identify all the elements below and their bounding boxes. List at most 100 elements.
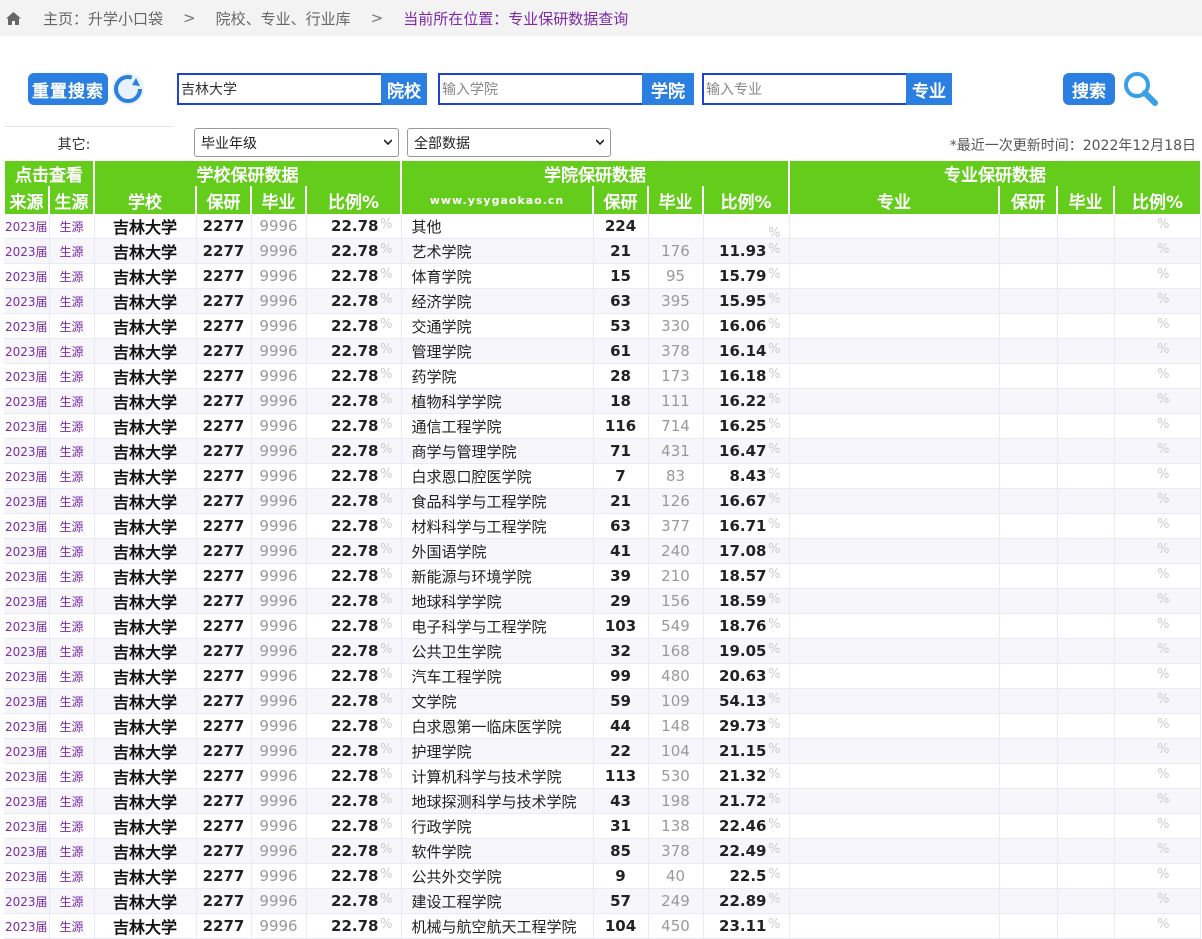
student-source-link[interactable]: 生源 — [49, 313, 95, 339]
student-source-link[interactable]: 生源 — [49, 563, 95, 589]
college-ratio: 16.71% — [703, 513, 790, 539]
student-source-link[interactable]: 生源 — [49, 338, 95, 364]
source-link[interactable]: 2023届 — [4, 638, 50, 664]
student-source-link[interactable]: 生源 — [49, 388, 95, 414]
major-baoyan — [999, 238, 1058, 264]
source-link[interactable]: 2023届 — [4, 538, 50, 564]
col-header-major-ratio[interactable]: 比例% — [1113, 186, 1200, 214]
source-link[interactable]: 2023届 — [4, 763, 50, 789]
source-link[interactable]: 2023届 — [4, 338, 50, 364]
student-source-link[interactable]: 生源 — [49, 438, 95, 464]
col-header-source[interactable]: 来源 — [3, 186, 49, 214]
source-link[interactable]: 2023届 — [4, 613, 50, 639]
student-source-link[interactable]: 生源 — [49, 813, 95, 839]
major-name — [789, 913, 1000, 939]
source-link[interactable]: 2023届 — [4, 863, 50, 889]
col-header-school[interactable]: 学校 — [93, 186, 196, 214]
source-link[interactable]: 2023届 — [4, 888, 50, 914]
student-source-link[interactable]: 生源 — [49, 363, 95, 389]
student-source-link[interactable]: 生源 — [49, 888, 95, 914]
col-header-major-biye[interactable]: 毕业 — [1056, 186, 1114, 214]
school-search-button[interactable]: 院校 — [381, 73, 427, 105]
source-link[interactable]: 2023届 — [4, 388, 50, 414]
school-input[interactable]: 吉林大学 — [177, 73, 381, 105]
graduation-year-select[interactable]: 毕业年级 — [194, 128, 399, 157]
student-source-link[interactable]: 生源 — [49, 214, 95, 239]
col-header-major[interactable]: 专业 — [788, 186, 999, 214]
source-link[interactable]: 2023届 — [4, 363, 50, 389]
col-header-major-baoyan[interactable]: 保研 — [998, 186, 1057, 214]
college-ratio: 15.95% — [703, 288, 790, 314]
student-source-link[interactable]: 生源 — [49, 788, 95, 814]
student-source-link[interactable]: 生源 — [49, 863, 95, 889]
table-row: 2023届 生源 吉林大学 2277 9996 22.78% 软件学院 85 378 22.49%… — [4, 838, 1201, 864]
student-source-link[interactable]: 生源 — [49, 288, 95, 314]
home-icon[interactable] — [6, 11, 21, 25]
major-input[interactable]: 输入专业 — [702, 73, 906, 105]
search-icon[interactable] — [1117, 68, 1165, 110]
student-source-link[interactable]: 生源 — [49, 763, 95, 789]
source-link[interactable]: 2023届 — [4, 438, 50, 464]
reset-search-button[interactable]: 重置搜索 — [28, 73, 108, 105]
source-link[interactable]: 2023届 — [4, 313, 50, 339]
source-link[interactable]: 2023届 — [4, 413, 50, 439]
college-input[interactable]: 输入学院 — [438, 73, 642, 105]
breadcrumb-section-link[interactable]: 院校、专业、行业库 — [216, 8, 351, 29]
source-link[interactable]: 2023届 — [4, 813, 50, 839]
col-header-college-biye[interactable]: 毕业 — [647, 186, 703, 214]
refresh-icon[interactable] — [108, 70, 148, 108]
student-source-link[interactable]: 生源 — [49, 738, 95, 764]
student-source-link[interactable]: 生源 — [49, 713, 95, 739]
col-header-school-biye[interactable]: 毕业 — [250, 186, 306, 214]
school-ratio-value: 22.78 — [331, 892, 379, 910]
student-source-link[interactable]: 生源 — [49, 588, 95, 614]
col-header-college-baoyan[interactable]: 保研 — [592, 186, 648, 214]
student-source-link[interactable]: 生源 — [49, 638, 95, 664]
student-source-link[interactable]: 生源 — [49, 538, 95, 564]
student-source-link[interactable]: 生源 — [49, 663, 95, 689]
student-source-link[interactable]: 生源 — [49, 913, 95, 939]
student-source-link[interactable]: 生源 — [49, 263, 95, 289]
data-scope-select[interactable]: 全部数据 — [407, 128, 611, 157]
source-link[interactable]: 2023届 — [4, 513, 50, 539]
col-header-school-ratio[interactable]: 比例% — [305, 186, 401, 214]
percent-sign: % — [768, 817, 781, 832]
student-source-link[interactable]: 生源 — [49, 413, 95, 439]
student-source-link[interactable]: 生源 — [49, 238, 95, 264]
source-link[interactable]: 2023届 — [4, 713, 50, 739]
student-source-link[interactable]: 生源 — [49, 488, 95, 514]
col-header-college-ratio[interactable]: 比例% — [702, 186, 789, 214]
source-link[interactable]: 2023届 — [4, 663, 50, 689]
source-link[interactable]: 2023届 — [4, 463, 50, 489]
student-source-link[interactable]: 生源 — [49, 613, 95, 639]
col-header-student[interactable]: 生源 — [48, 186, 94, 214]
school-ratio: 22.78% — [306, 214, 402, 239]
source-link[interactable]: 2023届 — [4, 738, 50, 764]
source-link[interactable]: 2023届 — [4, 588, 50, 614]
percent-sign: % — [380, 517, 393, 532]
breadcrumb-home-link[interactable]: 主页：升学小口袋 — [43, 8, 163, 29]
col-header-school-baoyan[interactable]: 保研 — [195, 186, 251, 214]
source-link[interactable]: 2023届 — [4, 788, 50, 814]
source-link[interactable]: 2023届 — [4, 913, 50, 939]
major-name — [789, 388, 1000, 414]
source-link[interactable]: 2023届 — [4, 263, 50, 289]
search-button[interactable]: 搜索 — [1063, 73, 1115, 105]
source-link[interactable]: 2023届 — [4, 838, 50, 864]
student-source-link[interactable]: 生源 — [49, 838, 95, 864]
source-link[interactable]: 2023届 — [4, 688, 50, 714]
major-baoyan — [999, 488, 1058, 514]
college-search-button[interactable]: 学院 — [642, 73, 694, 105]
school-ratio-value: 22.78 — [331, 342, 379, 360]
student-source-link[interactable]: 生源 — [49, 513, 95, 539]
source-link[interactable]: 2023届 — [4, 288, 50, 314]
student-source-link[interactable]: 生源 — [49, 688, 95, 714]
college-ratio-value: 22.89 — [719, 892, 767, 910]
student-source-link[interactable]: 生源 — [49, 463, 95, 489]
source-link[interactable]: 2023届 — [4, 563, 50, 589]
source-link[interactable]: 2023届 — [4, 214, 50, 239]
source-link[interactable]: 2023届 — [4, 488, 50, 514]
source-link[interactable]: 2023届 — [4, 238, 50, 264]
major-baoyan — [999, 513, 1058, 539]
major-search-button[interactable]: 专业 — [906, 73, 952, 105]
